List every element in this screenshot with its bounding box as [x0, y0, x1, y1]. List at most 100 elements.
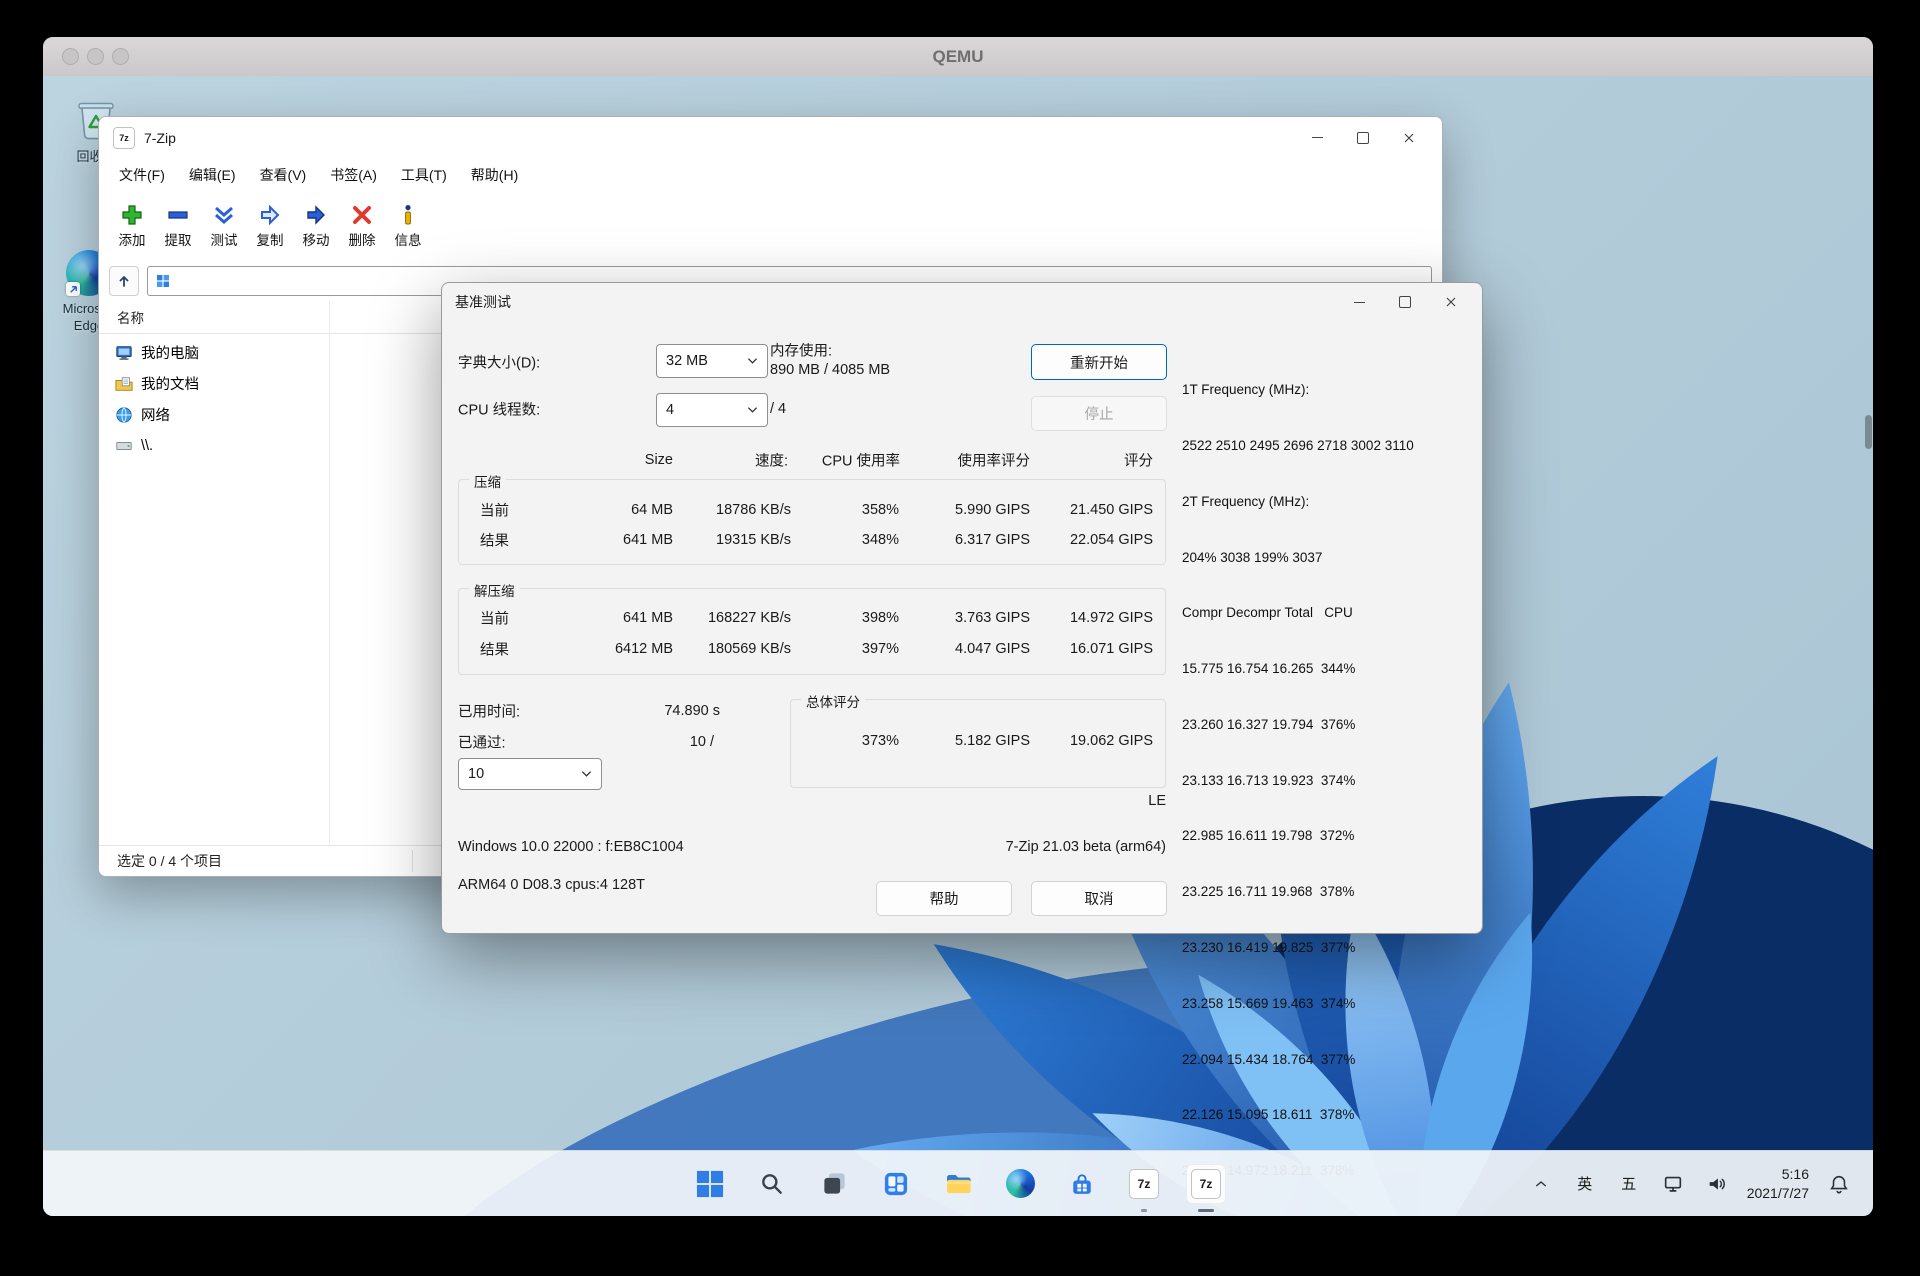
minimize-button[interactable]: [1294, 117, 1340, 158]
list-item-network[interactable]: 网络: [99, 399, 341, 430]
chevron-up-icon: [1533, 1176, 1549, 1192]
compression-current-speed: 18786 KB/s: [716, 502, 791, 518]
search-icon: [759, 1171, 785, 1197]
move-button[interactable]: 移动: [293, 203, 339, 249]
compression-result-size: 641 MB: [623, 532, 673, 548]
list-item-documents[interactable]: 我的文档: [99, 368, 341, 399]
close-traffic-light[interactable]: [62, 48, 79, 65]
menu-file[interactable]: 文件(F): [107, 160, 177, 190]
decompression-current-rating: 14.972 GIPS: [1070, 610, 1153, 626]
dictionary-size-label: 字典大小(D):: [458, 352, 540, 373]
add-button[interactable]: 添加: [109, 203, 155, 249]
windows-desktop: 回收站 Microsoft Edge 7z 7-Zip: [43, 76, 1873, 1216]
dictionary-size-select[interactable]: 32 MB: [656, 344, 768, 378]
cpu-frequency-info: 1T Frequency (MHz): 2522 2510 2495 2696 …: [1182, 344, 1474, 1216]
menu-favorites[interactable]: 书签(A): [318, 160, 389, 190]
cancel-button[interactable]: 取消: [1031, 881, 1167, 916]
info-icon: [396, 203, 420, 227]
passes-select-value: 10: [468, 766, 484, 782]
list-item-root-drive[interactable]: \\.: [99, 430, 341, 461]
decompression-current-label: 当前: [480, 608, 509, 629]
traffic-lights: [62, 37, 129, 76]
memory-usage-label: 内存使用:: [770, 340, 832, 361]
column-name-header[interactable]: 名称: [117, 307, 144, 327]
list-item-computer[interactable]: 我的电脑: [99, 337, 341, 368]
compression-current-size: 64 MB: [631, 502, 673, 518]
rating-usage-column-header: 使用率评分: [958, 450, 1031, 471]
scrollbar-thumb[interactable]: [1865, 415, 1872, 449]
speed-column-header: 速度:: [755, 450, 788, 471]
task-view-button[interactable]: [814, 1164, 854, 1204]
store-button[interactable]: [1062, 1164, 1102, 1204]
documents-icon: [115, 375, 133, 393]
decompression-result-size: 6412 MB: [615, 641, 673, 657]
notification-bell-button[interactable]: [1819, 1164, 1859, 1204]
search-button[interactable]: [752, 1164, 792, 1204]
clock[interactable]: 5:16 2021/7/27: [1741, 1165, 1815, 1203]
taskbar: 7z 7z 英 五: [43, 1150, 1873, 1216]
compression-result-rating: 22.054 GIPS: [1070, 532, 1153, 548]
total-cpu-usage: 373%: [862, 733, 899, 749]
extract-button[interactable]: 提取: [155, 203, 201, 249]
stop-button[interactable]: 停止: [1031, 396, 1167, 431]
passes-select[interactable]: 10: [458, 758, 602, 790]
total-rating: 19.062 GIPS: [1070, 733, 1153, 749]
volume-button[interactable]: [1697, 1164, 1737, 1204]
benchmark-minimize-button[interactable]: [1336, 283, 1382, 321]
total-usage-rating: 5.182 GIPS: [955, 733, 1030, 749]
benchmark-close-button[interactable]: [1428, 283, 1474, 321]
start-button[interactable]: [690, 1164, 730, 1204]
decompression-current-cpu: 398%: [862, 610, 899, 626]
menu-view[interactable]: 查看(V): [248, 160, 319, 190]
seven-zip-titlebar: 7z 7-Zip: [99, 117, 1442, 158]
dictionary-size-value: 32 MB: [666, 353, 708, 369]
active-indicator: [1198, 1209, 1214, 1212]
passes-label: 已通过:: [458, 732, 506, 753]
rating-column-header: 评分: [1124, 450, 1153, 471]
elapsed-time-label: 已用时间:: [458, 701, 520, 722]
menu-edit[interactable]: 编辑(E): [177, 160, 248, 190]
benchmark-maximize-button[interactable]: [1382, 283, 1428, 321]
menu-tools[interactable]: 工具(T): [389, 160, 459, 190]
speaker-icon: [1706, 1173, 1728, 1195]
seven-zip-window-title: 7-Zip: [144, 130, 176, 146]
extract-icon: [166, 203, 190, 227]
seven-zip-taskbar-button[interactable]: 7z: [1124, 1164, 1164, 1204]
benchmark-title: 基准测试: [455, 292, 511, 312]
delete-button[interactable]: 删除: [339, 203, 385, 249]
test-button[interactable]: 测试: [201, 203, 247, 249]
zoom-traffic-light[interactable]: [112, 48, 129, 65]
help-button[interactable]: 帮助: [876, 881, 1012, 916]
restart-button[interactable]: 重新开始: [1031, 344, 1167, 380]
total-rating-legend: 总体评分: [801, 691, 865, 711]
decompression-result-usage-rating: 4.047 GIPS: [955, 641, 1030, 657]
close-button[interactable]: [1386, 117, 1432, 158]
ime-language-button[interactable]: 英: [1565, 1164, 1605, 1204]
compression-result-label: 结果: [480, 530, 509, 551]
bell-icon: [1828, 1173, 1850, 1195]
elapsed-time-value: 74.890 s: [664, 703, 720, 719]
cpu-arch-info: ARM64 0 D08.3 cpus:4 128T: [458, 877, 645, 893]
cpu-threads-select[interactable]: 4: [656, 393, 768, 427]
copy-button[interactable]: 复制: [247, 203, 293, 249]
widgets-button[interactable]: [876, 1164, 916, 1204]
maximize-button[interactable]: [1340, 117, 1386, 158]
compression-result-speed: 19315 KB/s: [716, 532, 791, 548]
info-button[interactable]: 信息: [385, 203, 431, 249]
decompression-current-usage-rating: 3.763 GIPS: [955, 610, 1030, 626]
compression-current-label: 当前: [480, 500, 509, 521]
up-level-button[interactable]: [109, 266, 139, 296]
tray-chevron-button[interactable]: [1521, 1164, 1561, 1204]
ethernet-button[interactable]: [1653, 1164, 1693, 1204]
drive-icon: [115, 437, 133, 455]
edge-button[interactable]: [1000, 1164, 1040, 1204]
file-explorer-button[interactable]: [938, 1164, 978, 1204]
menu-help[interactable]: 帮助(H): [459, 160, 530, 190]
ime-mode-button[interactable]: 五: [1609, 1164, 1649, 1204]
seven-zip-benchmark-taskbar-button[interactable]: 7z: [1186, 1164, 1226, 1204]
status-divider: [412, 850, 413, 872]
store-icon: [1068, 1170, 1096, 1198]
minimize-traffic-light[interactable]: [87, 48, 104, 65]
benchmark-titlebar: 基准测试: [442, 283, 1482, 321]
seven-zip-app-icon: 7z: [113, 127, 135, 149]
